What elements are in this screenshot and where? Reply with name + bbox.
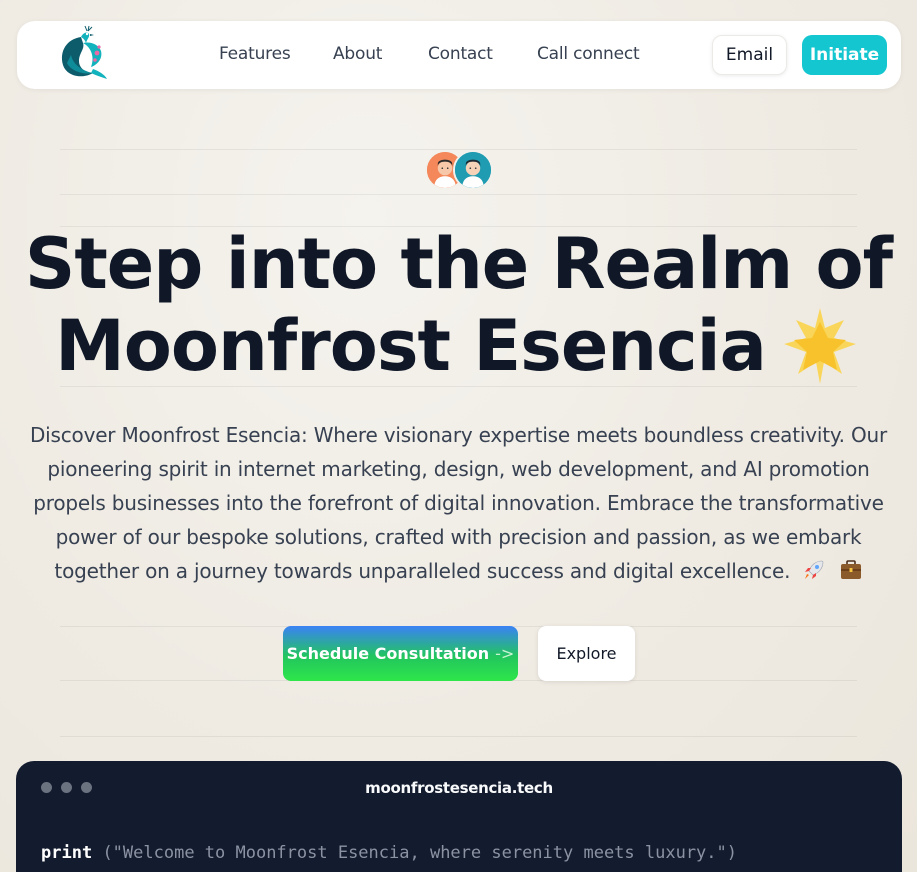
code-terminal: moonfrostesencia.tech print ("Welcome to… (16, 761, 902, 872)
arrow-right-icon: -> (495, 644, 515, 663)
code-argument: ("Welcome to Moonfrost Esencia, where se… (102, 843, 737, 863)
hero-title-line1: Step into the Realm of (24, 223, 893, 305)
schedule-consultation-label: Schedule Consultation (286, 644, 490, 663)
glowing-star-icon (778, 304, 862, 388)
divider (60, 736, 857, 737)
hero-title: Step into the Realm of Moonfrost Esencia (0, 224, 917, 388)
email-button[interactable]: Email (712, 35, 787, 75)
nav-link-contact[interactable]: Contact (428, 44, 493, 64)
briefcase-icon (839, 558, 863, 582)
divider (60, 194, 857, 195)
hero-description-text: Discover Moonfrost Esencia: Where vision… (29, 423, 888, 583)
schedule-consultation-button[interactable]: Schedule Consultation -> (283, 626, 518, 681)
rocket-icon (802, 558, 826, 582)
explore-button[interactable]: Explore (538, 626, 635, 681)
navbar: Features About Contact Call connect Emai… (17, 21, 901, 89)
man-avatar-teal (453, 150, 493, 190)
initiate-button[interactable]: Initiate (802, 35, 887, 75)
terminal-title: moonfrostesencia.tech (365, 779, 553, 797)
nav-link-call-connect[interactable]: Call connect (537, 44, 640, 64)
terminal-code-line: print ("Welcome to Moonfrost Esencia, wh… (41, 843, 737, 863)
hero-title-line2: Moonfrost Esencia (55, 305, 767, 387)
peacock-logo-icon[interactable] (53, 25, 109, 81)
hero-description: Discover Moonfrost Esencia: Where vision… (20, 418, 897, 588)
code-keyword: print (41, 843, 93, 863)
nav-link-features[interactable]: Features (219, 44, 291, 64)
avatar-group (425, 150, 495, 190)
nav-link-about[interactable]: About (333, 44, 382, 64)
